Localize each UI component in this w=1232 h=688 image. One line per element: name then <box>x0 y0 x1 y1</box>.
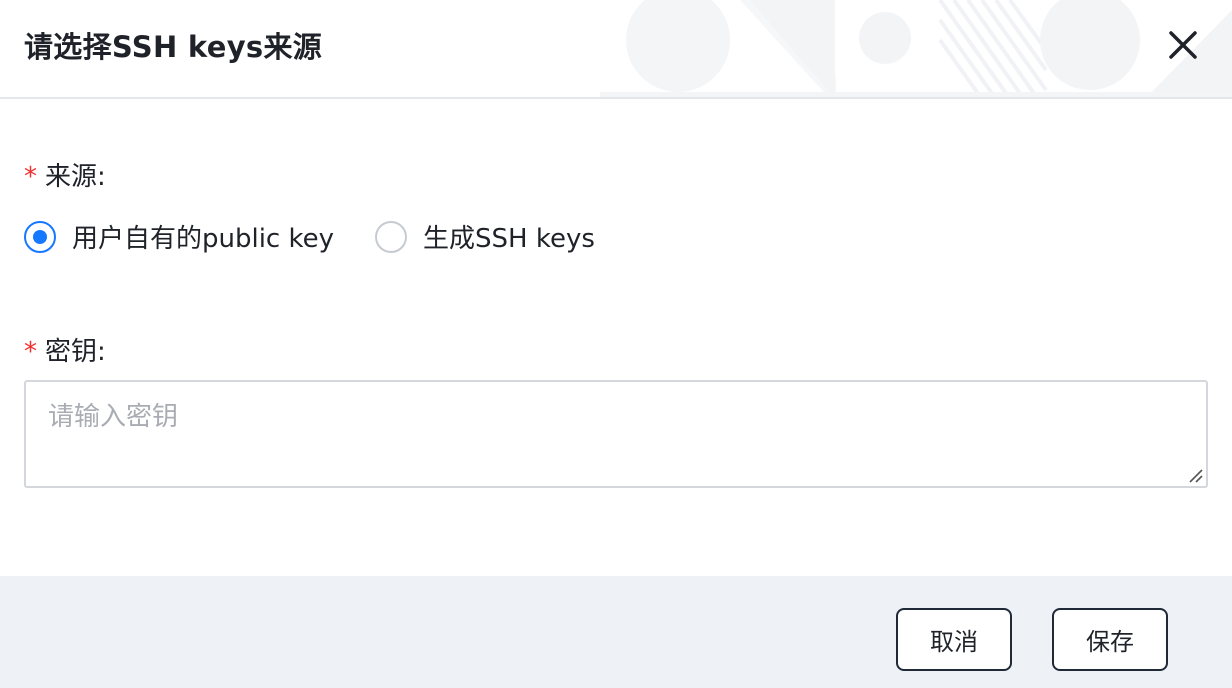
radio-checked-icon[interactable] <box>24 220 56 253</box>
key-textarea[interactable] <box>24 380 1208 488</box>
source-label-text: 来源: <box>45 162 106 192</box>
dialog-header: 请选择SSH keys来源 <box>0 0 1232 99</box>
radio-own-public-key[interactable]: 用户自有的public key <box>24 218 334 255</box>
source-label: * 来源: <box>24 156 106 193</box>
required-mark: * <box>24 337 37 367</box>
ssh-key-source-dialog: 请选择SSH keys来源 * 来源: 用户自有的public key 生成SSH… <box>0 0 1232 688</box>
dialog-title: 请选择SSH keys来源 <box>24 30 323 64</box>
close-icon <box>1169 31 1197 59</box>
resize-handle-icon[interactable] <box>1186 466 1204 484</box>
save-button[interactable]: 保存 <box>1052 608 1168 671</box>
close-button[interactable] <box>1160 22 1206 68</box>
header-decoration <box>600 0 1232 97</box>
required-mark: * <box>24 162 37 192</box>
radio-generate-ssh-keys-label: 生成SSH keys <box>423 224 595 254</box>
radio-own-public-key-label: 用户自有的public key <box>72 224 335 254</box>
key-label: * 密钥: <box>24 331 106 368</box>
dialog-footer: 取消 保存 <box>0 576 1232 688</box>
cancel-button[interactable]: 取消 <box>896 608 1012 671</box>
key-label-text: 密钥: <box>45 337 106 367</box>
radio-generate-ssh-keys[interactable]: 生成SSH keys <box>375 218 595 255</box>
radio-unchecked-icon[interactable] <box>375 220 407 253</box>
